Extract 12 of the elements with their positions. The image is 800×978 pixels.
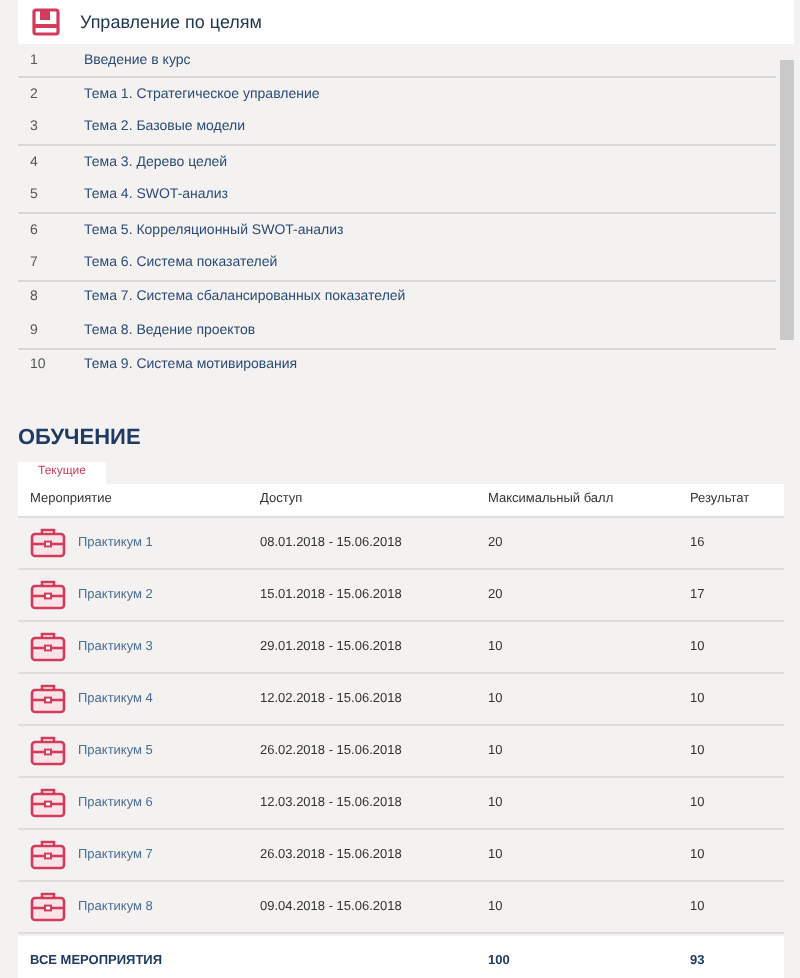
briefcase-icon bbox=[30, 526, 66, 559]
book-icon bbox=[32, 8, 60, 36]
section-heading: ОБУЧЕНИЕ bbox=[18, 425, 143, 450]
briefcase-icon bbox=[30, 838, 66, 871]
course-title: Управление по целям bbox=[80, 12, 262, 32]
briefcase-icon bbox=[30, 890, 66, 923]
briefcase-icon bbox=[30, 682, 66, 715]
briefcase-icon bbox=[30, 578, 66, 611]
scroll-thumb[interactable] bbox=[780, 60, 794, 340]
briefcase-icon bbox=[30, 786, 66, 819]
briefcase-icon bbox=[30, 734, 66, 767]
briefcase-icon bbox=[30, 630, 66, 663]
